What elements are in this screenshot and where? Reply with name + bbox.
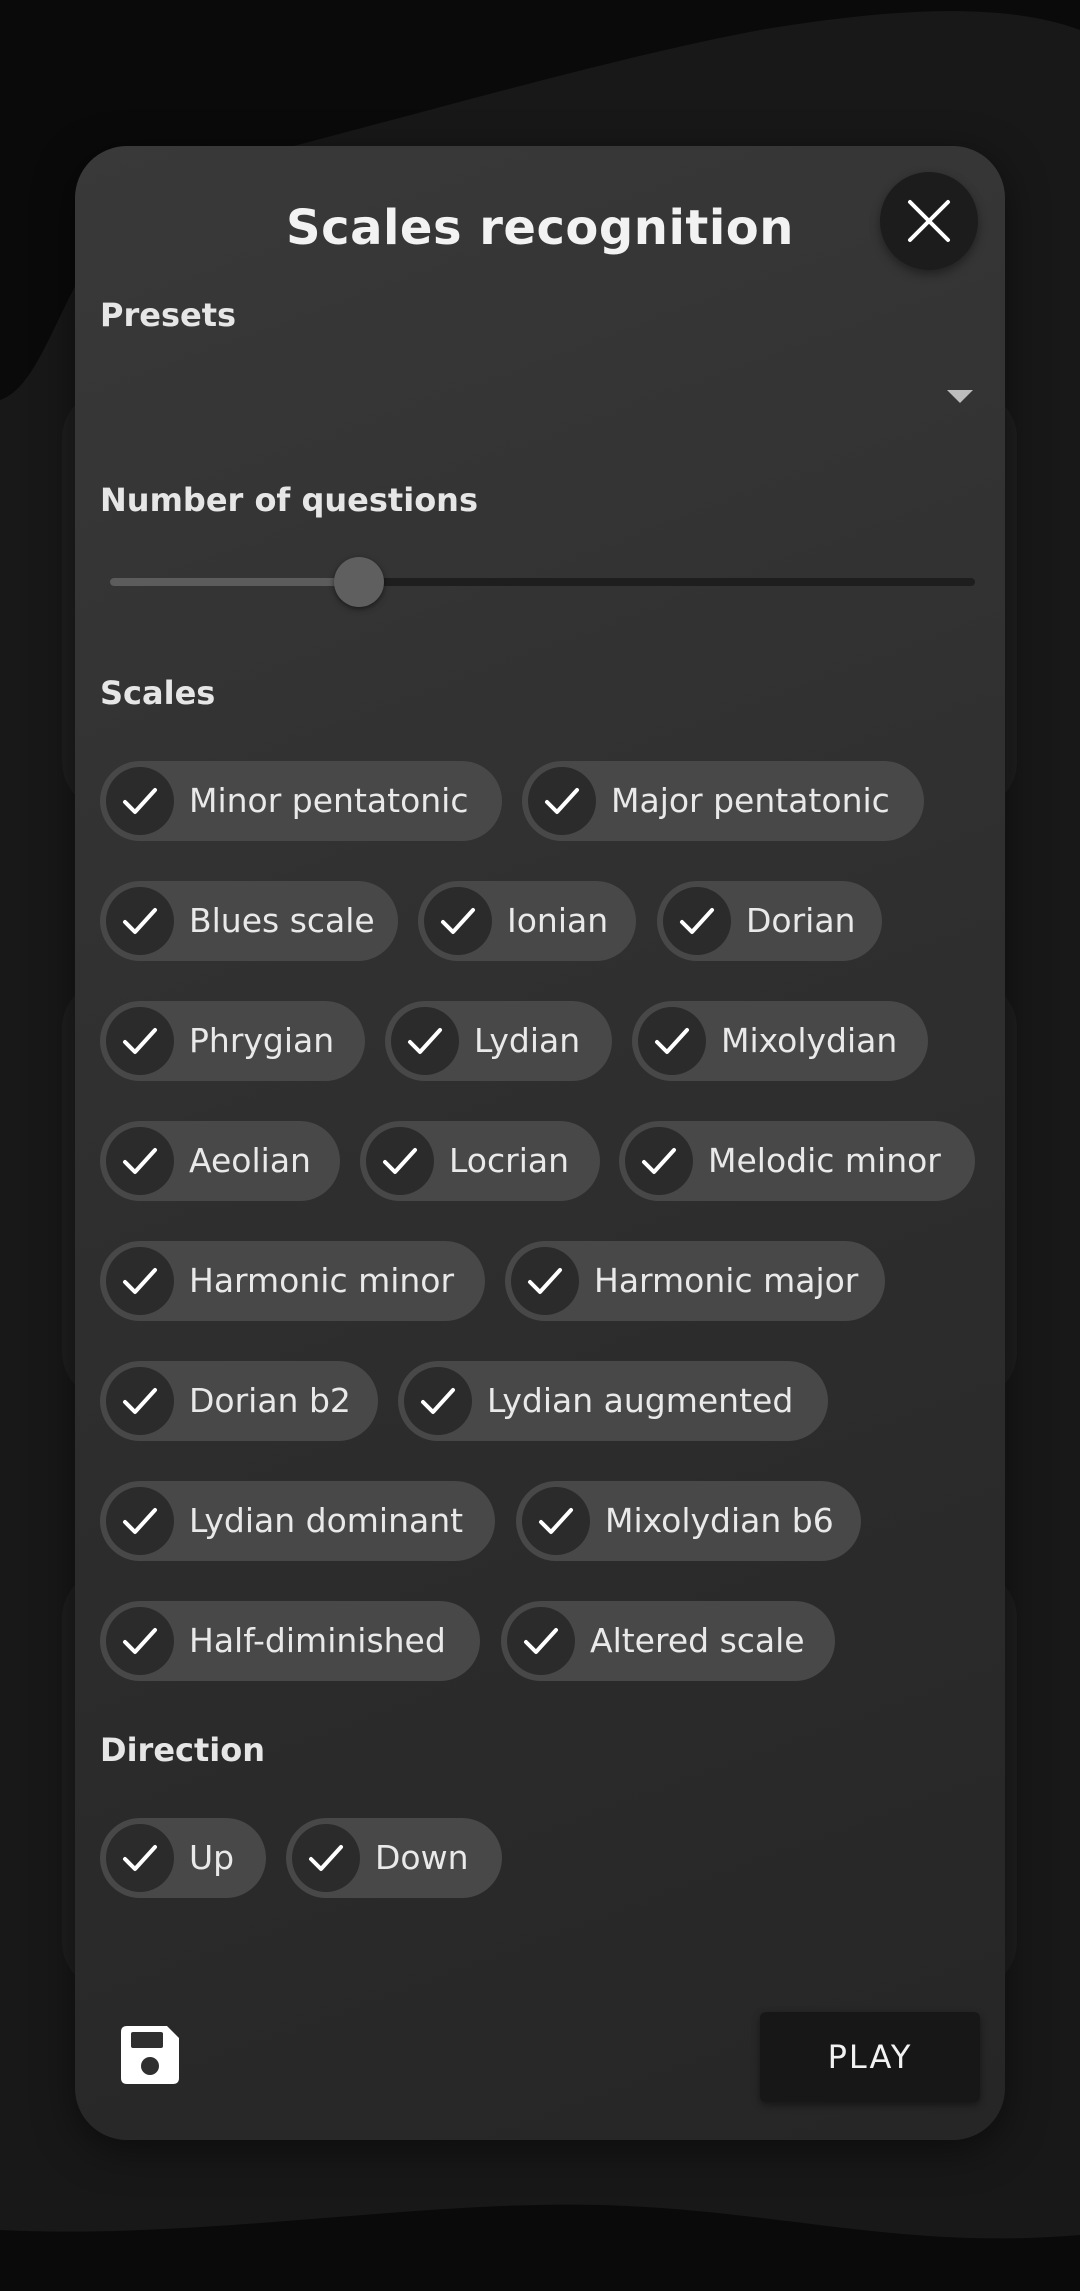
chip-label: Aeolian xyxy=(189,1141,311,1180)
chip-locrian[interactable]: Locrian xyxy=(360,1121,600,1201)
chip-down[interactable]: Down xyxy=(286,1818,502,1898)
chip-label: Lydian xyxy=(474,1021,581,1060)
chip-half-diminished[interactable]: Half-diminished xyxy=(100,1601,480,1681)
dropdown-arrow-icon xyxy=(947,390,973,403)
chip-altered-scale[interactable]: Altered scale xyxy=(501,1601,835,1681)
direction-label: Direction xyxy=(100,1731,266,1769)
close-button[interactable] xyxy=(880,172,978,270)
chip-label: Harmonic major xyxy=(594,1261,859,1300)
chip-label: Altered scale xyxy=(590,1621,805,1660)
checkmark-icon xyxy=(391,1007,459,1075)
checkmark-icon xyxy=(404,1367,472,1435)
checkmark-icon xyxy=(522,1487,590,1555)
chip-harmonic-minor[interactable]: Harmonic minor xyxy=(100,1241,485,1321)
checkmark-icon xyxy=(106,1607,174,1675)
chip-label: Down xyxy=(375,1838,469,1877)
checkmark-icon xyxy=(292,1824,360,1892)
chip-label: Dorian b2 xyxy=(189,1381,351,1420)
chip-label: Lydian dominant xyxy=(189,1501,464,1540)
chip-label: Mixolydian b6 xyxy=(605,1501,834,1540)
scales-label: Scales xyxy=(100,674,216,712)
checkmark-icon xyxy=(106,1247,174,1315)
checkmark-icon xyxy=(366,1127,434,1195)
questions-slider[interactable] xyxy=(110,557,975,607)
chip-label: Harmonic minor xyxy=(189,1261,455,1300)
slider-fill xyxy=(110,578,360,586)
chip-label: Phrygian xyxy=(189,1021,335,1060)
chip-lydian-augmented[interactable]: Lydian augmented xyxy=(398,1361,828,1441)
chip-mixolydian[interactable]: Mixolydian xyxy=(632,1001,928,1081)
chip-label: Up xyxy=(189,1838,235,1877)
close-icon xyxy=(908,200,950,242)
chip-label: Major pentatonic xyxy=(611,781,890,820)
chip-lydian[interactable]: Lydian xyxy=(385,1001,612,1081)
chip-lydian-dominant[interactable]: Lydian dominant xyxy=(100,1481,495,1561)
chip-minor-pentatonic[interactable]: Minor pentatonic xyxy=(100,761,502,841)
checkmark-icon xyxy=(106,887,174,955)
presets-dropdown[interactable] xyxy=(100,346,980,436)
scales-settings-dialog: Scales recognition Presets Number of que… xyxy=(75,146,1005,2140)
checkmark-icon xyxy=(106,1824,174,1892)
chip-dorian[interactable]: Dorian xyxy=(657,881,882,961)
chip-aeolian[interactable]: Aeolian xyxy=(100,1121,340,1201)
chip-label: Blues scale xyxy=(189,901,375,940)
chip-label: Mixolydian xyxy=(721,1021,898,1060)
save-button[interactable] xyxy=(117,2022,183,2088)
chip-harmonic-major[interactable]: Harmonic major xyxy=(505,1241,885,1321)
play-button[interactable]: PLAY xyxy=(760,2012,980,2102)
checkmark-icon xyxy=(528,767,596,835)
checkmark-icon xyxy=(424,887,492,955)
checkmark-icon xyxy=(638,1007,706,1075)
chip-label: Dorian xyxy=(746,901,856,940)
chip-ionian[interactable]: Ionian xyxy=(418,881,636,961)
chip-melodic-minor[interactable]: Melodic minor xyxy=(619,1121,975,1201)
presets-label: Presets xyxy=(100,296,237,334)
checkmark-icon xyxy=(106,767,174,835)
checkmark-icon xyxy=(106,1127,174,1195)
chip-up[interactable]: Up xyxy=(100,1818,266,1898)
checkmark-icon xyxy=(106,1487,174,1555)
chip-dorian-b2[interactable]: Dorian b2 xyxy=(100,1361,378,1441)
floppy-disk-icon xyxy=(121,2026,179,2084)
slider-thumb[interactable] xyxy=(334,557,385,607)
chip-phrygian[interactable]: Phrygian xyxy=(100,1001,365,1081)
questions-label: Number of questions xyxy=(100,481,478,519)
chip-label: Melodic minor xyxy=(708,1141,941,1180)
chip-label: Half-diminished xyxy=(189,1621,446,1660)
chip-label: Lydian augmented xyxy=(487,1381,794,1420)
checkmark-icon xyxy=(625,1127,693,1195)
chip-mixolydian-b6[interactable]: Mixolydian b6 xyxy=(516,1481,861,1561)
chip-blues-scale[interactable]: Blues scale xyxy=(100,881,398,961)
dialog-title: Scales recognition xyxy=(286,200,794,256)
checkmark-icon xyxy=(507,1607,575,1675)
chip-label: Minor pentatonic xyxy=(189,781,469,820)
checkmark-icon xyxy=(106,1367,174,1435)
checkmark-icon xyxy=(511,1247,579,1315)
chip-label: Ionian xyxy=(507,901,609,940)
chip-major-pentatonic[interactable]: Major pentatonic xyxy=(522,761,924,841)
checkmark-icon xyxy=(106,1007,174,1075)
checkmark-icon xyxy=(663,887,731,955)
chip-label: Locrian xyxy=(449,1141,570,1180)
